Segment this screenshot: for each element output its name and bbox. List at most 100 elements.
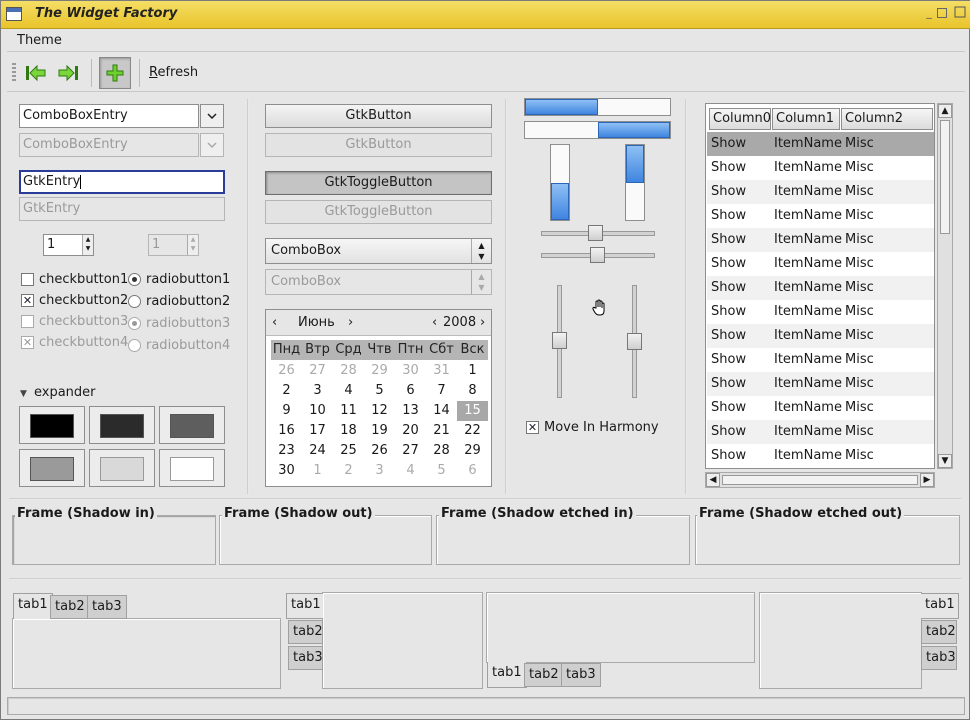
spin-arrows[interactable]: ▲ ▼ [82,235,93,255]
calendar-day[interactable]: 1 [457,361,488,381]
calendar-day[interactable]: 31 [426,361,457,381]
combo-box-entry-dropdown[interactable] [200,104,224,128]
tree-row[interactable]: Show ItemName Misc [707,324,934,348]
scroll-down-icon[interactable]: ▼ [938,454,952,468]
calendar-day[interactable]: 6 [457,461,488,481]
expander-label[interactable]: expander [34,385,96,400]
maximize-icon[interactable] [937,8,947,18]
prev-month-icon[interactable]: ‹ [272,315,277,330]
tree-row[interactable]: Show ItemName Misc [707,156,934,180]
tree-row[interactable]: Show ItemName Misc [707,444,934,468]
next-year-icon[interactable]: › [480,315,485,330]
notebook-right-tab1[interactable]: tab1 [921,593,959,619]
tree-row[interactable]: Show ItemName Misc [707,396,934,420]
gtk-entry[interactable]: GtkEntry [19,170,225,194]
menu-theme[interactable]: Theme [17,33,62,48]
go-first-button[interactable] [21,58,51,88]
tree-row[interactable]: Show ItemName Misc [707,228,934,252]
color-swatch[interactable] [159,449,225,487]
tree-hscrollbar[interactable]: ◀ ▶ [705,472,935,488]
hscale-1-slider[interactable] [588,225,603,241]
calendar-day[interactable]: 17 [302,421,333,441]
checkbutton2-label[interactable]: checkbutton2 [39,293,128,308]
calendar-day[interactable]: 26 [271,361,302,381]
radiobutton1-indicator[interactable] [128,273,141,286]
calendar-day[interactable]: 18 [333,421,364,441]
tree-row[interactable]: Show ItemName Misc [707,420,934,444]
color-swatch[interactable] [89,449,155,487]
radiobutton1-label[interactable]: radiobutton1 [146,272,230,287]
scroll-left-icon[interactable]: ◀ [706,473,720,487]
tree-row[interactable]: Show ItemName Misc [707,372,934,396]
calendar-day[interactable]: 26 [364,441,395,461]
gtk-button[interactable]: GtkButton [265,104,492,128]
calendar-day[interactable]: 4 [333,381,364,401]
notebook-top-tab2[interactable]: tab2 [50,595,90,619]
calendar-day[interactable]: 27 [395,441,426,461]
calendar-day[interactable]: 8 [457,381,488,401]
calendar-day[interactable]: 6 [395,381,426,401]
notebook-left-tab2[interactable]: tab2 [288,620,323,644]
calendar-day[interactable]: 24 [302,441,333,461]
tree-row[interactable]: Show ItemName Misc [707,276,934,300]
color-swatch[interactable] [19,406,85,444]
color-swatch[interactable] [19,449,85,487]
calendar-day[interactable]: 10 [302,401,333,421]
calendar-day[interactable]: 3 [364,461,395,481]
checkbutton2-box[interactable]: ✕ [21,294,34,307]
vscale-1-slider[interactable] [552,332,567,349]
checkbutton1-label[interactable]: checkbutton1 [39,272,128,287]
calendar-day[interactable]: 1 [302,461,333,481]
notebook-top-tab1[interactable]: tab1 [13,593,53,619]
calendar-day[interactable]: 23 [271,441,302,461]
move-in-harmony-checkbox[interactable]: ✕ [526,421,539,434]
minimize-icon[interactable]: _ [922,6,936,20]
combo-box[interactable]: ComboBox ▲ ▼ [265,238,492,264]
notebook-right-tab2[interactable]: tab2 [921,620,957,644]
notebook-bottom-tab1[interactable]: tab1 [487,662,527,688]
calendar-day[interactable]: 30 [395,361,426,381]
calendar-day[interactable]: 7 [426,381,457,401]
color-swatch[interactable] [159,406,225,444]
add-button[interactable] [99,57,131,89]
toolbar-grip[interactable] [12,63,16,83]
hscale-2-slider[interactable] [590,247,605,263]
window-menu-icon[interactable] [6,7,22,21]
toggle-button[interactable]: GtkToggleButton [265,171,492,195]
vscroll-thumb[interactable] [940,120,950,234]
calendar-day[interactable]: 29 [457,441,488,461]
notebook-top-tab3[interactable]: tab3 [87,595,127,619]
calendar-day[interactable]: 28 [426,441,457,461]
calendar-day[interactable]: 4 [395,461,426,481]
calendar-day[interactable]: 2 [333,461,364,481]
calendar-day[interactable]: 9 [271,401,302,421]
expander-arrow-icon[interactable]: ▼ [20,389,27,399]
calendar-day[interactable]: 25 [333,441,364,461]
calendar-day[interactable]: 28 [333,361,364,381]
notebook-left-tab1[interactable]: tab1 [286,593,323,619]
prev-year-icon[interactable]: ‹ [432,315,437,330]
notebook-left-tab3[interactable]: tab3 [288,646,323,670]
calendar-day[interactable]: 2 [271,381,302,401]
checkbutton1-box[interactable] [21,273,34,286]
calendar-day[interactable]: 5 [426,461,457,481]
calendar-day[interactable]: 11 [333,401,364,421]
scroll-up-icon[interactable]: ▲ [938,104,952,118]
tree-row[interactable]: Show ItemName Misc [707,348,934,372]
column-header-0[interactable]: Column0 [709,108,771,130]
next-month-icon[interactable]: › [348,315,353,330]
title-bar[interactable]: The Widget Factory _ [1,1,970,29]
combo-box-entry[interactable]: ComboBoxEntry [19,104,199,128]
spin-button[interactable]: 1 ▲ ▼ [43,234,94,256]
hscroll-thumb[interactable] [722,475,918,485]
calendar-day[interactable]: 20 [395,421,426,441]
calendar-day[interactable]: 13 [395,401,426,421]
scroll-right-icon[interactable]: ▶ [920,473,934,487]
tree-row[interactable]: Show ItemName Misc [707,132,934,156]
calendar-day[interactable]: 16 [271,421,302,441]
vscale-2-slider[interactable] [627,333,642,350]
move-in-harmony-label[interactable]: Move In Harmony [544,420,659,435]
calendar-day[interactable]: 22 [457,421,488,441]
calendar-day[interactable]: 15 [457,401,488,421]
column-header-1[interactable]: Column1 [772,108,840,130]
